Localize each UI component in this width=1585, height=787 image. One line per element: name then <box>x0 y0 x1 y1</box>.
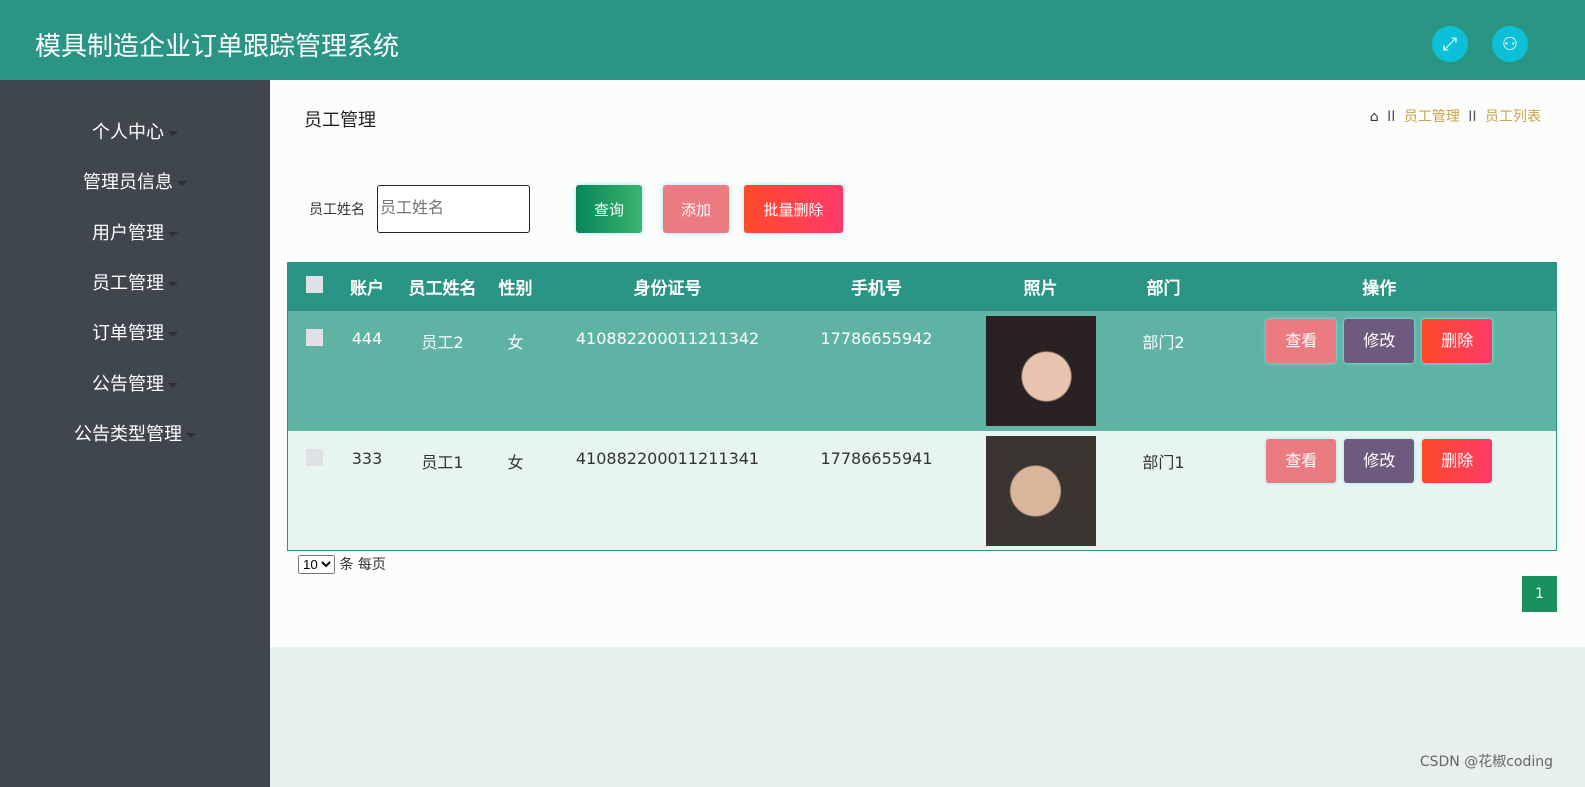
sidebar-item-label: 订单管理 <box>92 323 164 344</box>
sidebar-item-label: 个人中心 <box>92 122 164 143</box>
column-header: 性别 <box>492 262 539 311</box>
sidebar-item-employees[interactable]: 员工管理 <box>0 269 270 295</box>
sidebar-item-orders[interactable]: 订单管理 <box>0 319 270 345</box>
employee-photo <box>985 435 1096 546</box>
page-button-1[interactable]: 1 <box>1522 576 1557 612</box>
delete-button[interactable]: 删除 <box>1422 438 1493 483</box>
id-number-cell: 410882200011211341 <box>538 430 797 551</box>
batch-delete-button[interactable]: 批量删除 <box>744 185 843 233</box>
sidebar-item-notices[interactable]: 公告管理 <box>0 370 270 396</box>
expand-icon[interactable]: ⤢ <box>1432 26 1468 62</box>
breadcrumb-item: 员工列表 <box>1485 109 1541 125</box>
table-header: 账户 员工姓名 性别 身份证号 手机号 照片 部门 操作 <box>287 262 1557 311</box>
sidebar-item-notice-types[interactable]: 公告类型管理 <box>0 420 270 446</box>
column-header: 员工姓名 <box>392 262 493 311</box>
add-button[interactable]: 添加 <box>663 185 729 233</box>
sidebar-item-users[interactable]: 用户管理 <box>0 219 270 245</box>
row-checkbox[interactable] <box>306 328 324 346</box>
gender-cell: 女 <box>492 430 539 551</box>
per-page-label: 条 每页 <box>339 557 386 573</box>
sidebar-item-label: 员工管理 <box>92 273 164 294</box>
phone-cell: 17786655942 <box>796 310 957 431</box>
top-header: 模具制造企业订单跟踪管理系统 ⤢ ⚇ <box>0 0 1585 80</box>
caret-down-icon <box>168 130 178 136</box>
id-number-cell: 410882200011211342 <box>538 310 797 431</box>
edit-button[interactable]: 修改 <box>1344 438 1415 483</box>
page-size-select[interactable]: 10 <box>298 555 335 574</box>
sidebar-item-personal[interactable]: 个人中心 <box>0 118 270 144</box>
name-cell: 员工2 <box>392 310 493 431</box>
column-header: 账户 <box>341 262 393 311</box>
page-size-control: 10 条 每页 <box>298 554 386 574</box>
select-all-checkbox[interactable] <box>306 275 324 293</box>
app-title: 模具制造企业订单跟踪管理系统 <box>35 32 400 62</box>
employee-photo <box>985 315 1096 426</box>
caret-down-icon <box>186 432 196 438</box>
breadcrumb-item[interactable]: 员工管理 <box>1404 109 1460 125</box>
caret-down-icon <box>168 281 178 287</box>
delete-button[interactable]: 删除 <box>1422 318 1493 363</box>
sidebar-item-label: 用户管理 <box>92 223 164 244</box>
column-header: 手机号 <box>796 262 957 311</box>
column-header: 部门 <box>1124 262 1203 311</box>
sidebar: 个人中心 管理员信息 用户管理 员工管理 订单管理 公告管理 公告类型管理 <box>0 80 270 787</box>
view-button[interactable]: 查看 <box>1266 318 1337 363</box>
sidebar-item-label: 管理员信息 <box>83 172 173 193</box>
page-title: 员工管理 <box>304 110 376 131</box>
row-checkbox[interactable] <box>306 448 324 466</box>
caret-down-icon <box>168 331 178 337</box>
column-header: 身份证号 <box>538 262 797 311</box>
search-label: 员工姓名 <box>309 202 365 218</box>
column-header: 操作 <box>1202 262 1557 311</box>
phone-cell: 17786655941 <box>796 430 957 551</box>
employee-table: 账户 员工姓名 性别 身份证号 手机号 照片 部门 操作 444 员工2 女 4… <box>287 262 1557 551</box>
column-header: 照片 <box>956 262 1125 311</box>
table-row: 333 员工1 女 410882200011211341 17786655941… <box>287 430 1557 551</box>
table-row: 444 员工2 女 410882200011211342 17786655942… <box>287 310 1557 431</box>
caret-down-icon <box>177 180 187 186</box>
breadcrumb-separator: II <box>1387 109 1396 125</box>
name-cell: 员工1 <box>392 430 493 551</box>
employee-name-input[interactable] <box>377 185 530 233</box>
gender-cell: 女 <box>492 310 539 431</box>
caret-down-icon <box>168 382 178 388</box>
department-cell: 部门2 <box>1124 310 1203 431</box>
sidebar-item-label: 公告管理 <box>92 374 164 395</box>
home-icon[interactable]: ⌂ <box>1370 109 1379 125</box>
breadcrumb-separator: II <box>1468 109 1477 125</box>
view-button[interactable]: 查看 <box>1266 438 1337 483</box>
account-cell: 444 <box>341 310 393 431</box>
caret-down-icon <box>168 231 178 237</box>
sidebar-item-admin[interactable]: 管理员信息 <box>0 168 270 194</box>
department-cell: 部门1 <box>1124 430 1203 551</box>
user-icon[interactable]: ⚇ <box>1492 26 1528 62</box>
main-content: 员工管理 ⌂ II 员工管理 II 员工列表 员工姓名 查询 添加 批量删除 账… <box>270 80 1585 647</box>
account-cell: 333 <box>341 430 393 551</box>
query-button[interactable]: 查询 <box>576 185 642 233</box>
breadcrumb: ⌂ II 员工管理 II 员工列表 <box>1370 106 1541 126</box>
edit-button[interactable]: 修改 <box>1344 318 1415 363</box>
watermark: CSDN @花椒coding <box>1419 754 1553 770</box>
sidebar-item-label: 公告类型管理 <box>74 424 182 445</box>
